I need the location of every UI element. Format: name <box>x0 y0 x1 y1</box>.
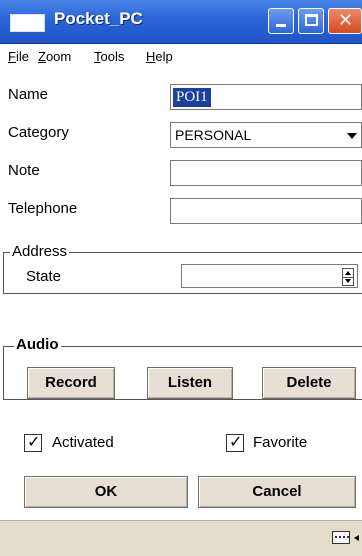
maximize-button[interactable] <box>298 8 324 34</box>
window-title: Pocket_PC <box>54 9 143 28</box>
name-input-value: POI1 <box>173 88 211 107</box>
menu-file[interactable]: File <box>8 49 29 64</box>
menu-zoom[interactable]: Zoom <box>38 49 71 64</box>
listen-button[interactable]: Listen <box>147 367 233 399</box>
title-bar: Pocket_PC ✕ <box>0 0 362 44</box>
close-button[interactable]: ✕ <box>328 8 362 34</box>
note-input[interactable] <box>170 160 362 186</box>
name-label: Name <box>8 86 49 103</box>
favorite-label: Favorite <box>253 434 308 451</box>
telephone-label: Telephone <box>8 200 78 217</box>
close-icon: ✕ <box>338 10 354 31</box>
window-app-icon <box>10 14 45 32</box>
spin-up-icon <box>345 271 351 275</box>
state-input[interactable] <box>181 264 358 288</box>
delete-button[interactable]: Delete <box>262 367 356 399</box>
telephone-input[interactable] <box>170 198 362 224</box>
status-bar <box>0 520 362 556</box>
checkmark-icon: ✓ <box>27 432 41 451</box>
note-label: Note <box>8 162 40 179</box>
spin-down-icon <box>345 279 351 283</box>
checkmark-icon: ✓ <box>229 432 243 451</box>
chevron-down-icon <box>347 133 357 139</box>
cancel-button[interactable]: Cancel <box>198 476 356 508</box>
menu-help[interactable]: Help <box>146 49 173 64</box>
minimize-button[interactable] <box>268 8 294 34</box>
category-select[interactable]: PERSONAL <box>170 122 362 148</box>
maximize-icon <box>305 14 318 26</box>
caret-icon[interactable] <box>354 535 359 541</box>
favorite-checkbox[interactable]: ✓ <box>226 432 244 452</box>
category-label: Category <box>8 124 69 141</box>
menu-tools[interactable]: Tools <box>94 49 124 64</box>
name-input[interactable]: POI1 <box>170 84 362 110</box>
address-group-title: Address <box>10 243 70 260</box>
activated-checkbox[interactable]: ✓ <box>24 432 42 452</box>
menu-bar: File Zoom Tools Help <box>0 44 362 68</box>
ok-button[interactable]: OK <box>24 476 188 508</box>
audio-group-title: Audio <box>14 336 61 353</box>
record-button[interactable]: Record <box>27 367 115 399</box>
keyboard-icon[interactable] <box>332 531 350 544</box>
activated-label: Activated <box>52 434 114 451</box>
category-value: PERSONAL <box>175 127 252 143</box>
state-label: State <box>26 268 62 285</box>
state-spinner[interactable] <box>342 268 354 286</box>
minimize-icon <box>276 24 286 27</box>
